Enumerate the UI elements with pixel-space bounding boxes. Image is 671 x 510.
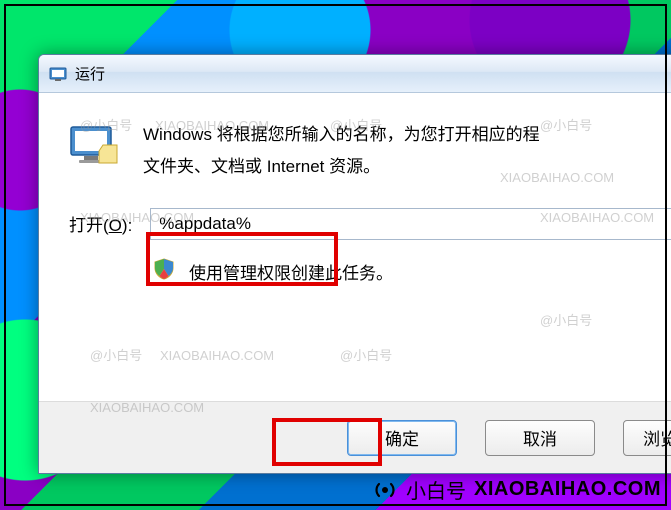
dialog-body: Windows 将根据您所输入的名称，为您打开相应的程 文件夹、文档或 Inte… (39, 93, 671, 401)
broadcast-icon (372, 477, 398, 503)
browse-button[interactable]: 浏览( (623, 420, 671, 456)
run-title-icon (49, 65, 67, 83)
footer-en: XIAOBAIHAO.COM (474, 478, 661, 501)
open-label: 打开(O): (69, 211, 132, 236)
footer-brand: 小白号 XIAOBAIHAO.COM (372, 475, 661, 504)
description-line2: 文件夹、文档或 Internet 资源。 (143, 157, 380, 176)
titlebar: 运行 (39, 55, 671, 93)
footer-cn: 小白号 (406, 475, 466, 504)
description-text: Windows 将根据您所输入的名称，为您打开相应的程 文件夹、文档或 Inte… (143, 119, 540, 184)
ok-button[interactable]: 确定 (347, 420, 457, 456)
shield-text: 使用管理权限创建此任务。 (189, 259, 393, 284)
button-bar: 确定 取消 浏览( (39, 401, 671, 473)
cancel-button[interactable]: 取消 (485, 420, 595, 456)
shield-icon (153, 258, 175, 285)
description-line1: Windows 将根据您所输入的名称，为您打开相应的程 (143, 125, 540, 144)
open-input[interactable] (150, 208, 671, 240)
window-title: 运行 (75, 63, 105, 84)
run-dialog-icon (69, 123, 119, 165)
run-dialog: 运行 Windows 将根据您所输入的名称，为您打开相应的程 文件夹、文档或 I… (38, 54, 671, 474)
